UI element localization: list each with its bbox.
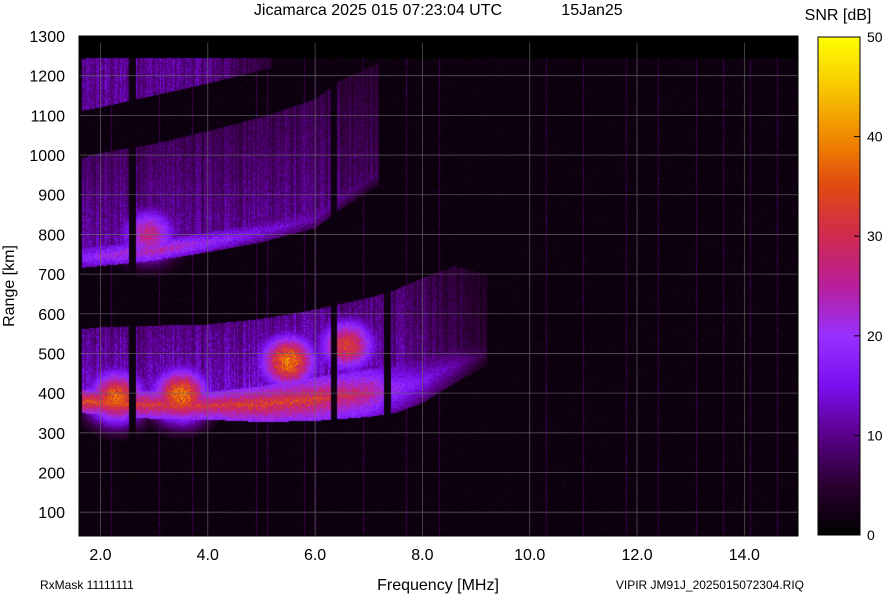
colorbar-tick-label: 40 bbox=[867, 129, 883, 145]
x-tick-label: 6.0 bbox=[304, 547, 326, 564]
colorbar-tick-label: 30 bbox=[867, 228, 883, 244]
x-tick-label: 2.0 bbox=[89, 547, 111, 564]
y-tick-label: 1300 bbox=[29, 29, 65, 46]
footer-filename: VIPIR JM91J_2025015072304.RIQ bbox=[616, 578, 804, 592]
y-tick-label: 400 bbox=[38, 386, 65, 403]
y-tick-label: 600 bbox=[38, 307, 65, 324]
y-tick-label: 500 bbox=[38, 346, 65, 363]
colorbar-tick-label: 20 bbox=[867, 328, 883, 344]
footer-rxmask: RxMask 11111111 bbox=[40, 578, 134, 592]
snr-heatmap bbox=[79, 36, 798, 536]
colorbar-label: SNR [dB] bbox=[805, 7, 872, 24]
colorbar-tick-label: 50 bbox=[867, 29, 883, 45]
y-tick-label: 200 bbox=[38, 466, 65, 483]
y-axis-label: Range [km] bbox=[1, 245, 18, 327]
y-tick-label: 700 bbox=[38, 267, 65, 284]
x-tick-label: 12.0 bbox=[621, 547, 652, 564]
y-tick-label: 1000 bbox=[29, 148, 65, 165]
x-tick-label: 14.0 bbox=[729, 547, 760, 564]
ionogram-chart: Jicamarca 2025 015 07:23:04 UTC 15Jan25 … bbox=[0, 0, 884, 595]
y-tick-label: 300 bbox=[38, 426, 65, 443]
y-tick-label: 1100 bbox=[31, 108, 66, 125]
x-tick-label: 10.0 bbox=[514, 547, 545, 564]
y-tick-label: 100 bbox=[38, 505, 65, 522]
colorbar-tick-label: 10 bbox=[867, 427, 883, 443]
x-axis-label: Frequency [MHz] bbox=[377, 577, 499, 594]
chart-title: Jicamarca 2025 015 07:23:04 UTC bbox=[254, 2, 502, 19]
x-tick-label: 8.0 bbox=[411, 547, 433, 564]
x-tick-label: 4.0 bbox=[197, 547, 219, 564]
colorbar-gradient bbox=[817, 36, 861, 536]
plot-area bbox=[78, 35, 799, 537]
y-tick-label: 1200 bbox=[29, 69, 65, 86]
colorbar-tick-label: 0 bbox=[867, 527, 875, 543]
y-tick-label: 800 bbox=[38, 227, 65, 244]
y-tick-label: 900 bbox=[38, 188, 65, 205]
chart-date-label: 15Jan25 bbox=[561, 2, 622, 19]
